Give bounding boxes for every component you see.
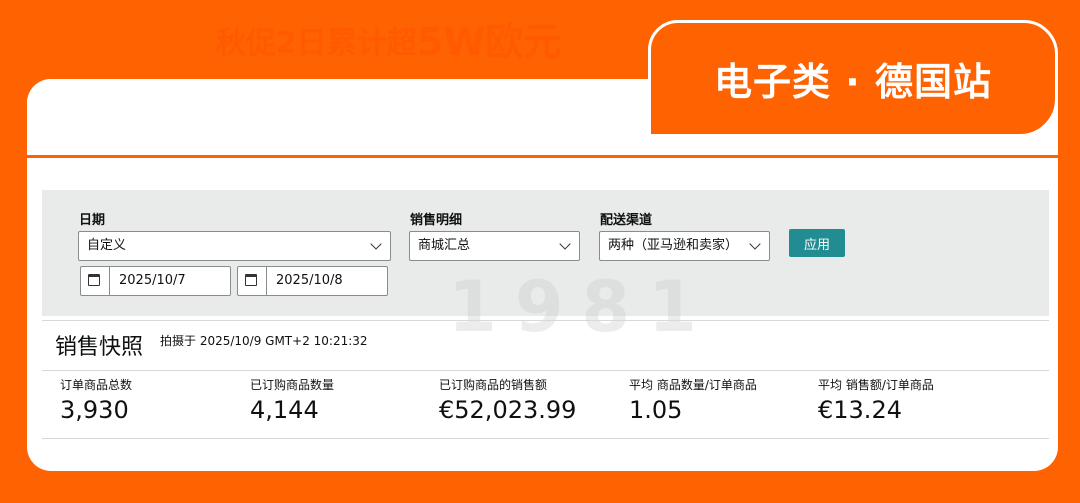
promo-text: 秋促2日累计超 [216,26,417,62]
snapshot-timestamp: 拍摄于 2025/10/9 GMT+2 10:21:32 [160,332,368,349]
calendar-button[interactable] [81,267,110,295]
sales-detail-value: 商城汇总 [418,238,470,253]
date-range-select[interactable]: 自定义 [78,231,391,261]
badge-label: 电子类 · 德国站 [714,51,992,106]
section-divider [42,370,1049,371]
metric-label-avg-sales: 平均 销售额/订单商品 [818,376,934,393]
promo-amount: 5W欧元 [417,22,561,62]
metric-label-total-order-items: 订单商品总数 [60,376,132,393]
start-date-value: 2025/10/7 [119,267,186,295]
section-divider [42,438,1049,439]
header-divider [27,155,1058,158]
sales-detail-select[interactable]: 商城汇总 [409,231,580,261]
date-filter-label: 日期 [79,209,105,228]
chevron-down-icon [559,238,570,249]
start-date-input[interactable]: 2025/10/7 [80,266,231,296]
category-badge: 电子类 · 德国站 [648,20,1058,137]
metric-value-avg-units: 1.05 [629,396,682,424]
watermark-logo: 1981 [448,266,715,348]
chevron-down-icon [749,238,760,249]
channel-select[interactable]: 两种（亚马逊和卖家） [599,231,770,261]
metric-value-units-ordered: 4,144 [250,396,319,424]
chevron-down-icon [127,27,164,64]
metric-label-avg-units: 平均 商品数量/订单商品 [629,376,757,393]
chevron-down-icon [180,27,217,64]
end-date-input[interactable]: 2025/10/8 [237,266,388,296]
channel-value: 两种（亚马逊和卖家） [608,238,738,253]
metric-value-ordered-sales: €52,023.99 [439,396,576,424]
metric-label-units-ordered: 已订购商品数量 [250,376,334,393]
chevron-down-icon [370,238,381,249]
calendar-icon [88,274,100,286]
date-range-value: 自定义 [87,238,126,253]
calendar-button[interactable] [238,267,267,295]
promo-headline: 秋促2日累计超 5W欧元 [216,18,561,62]
metric-label-ordered-sales: 已订购商品的销售额 [439,376,547,393]
sales-detail-label: 销售明细 [410,209,462,228]
apply-button[interactable]: 应用 [789,229,845,257]
metric-value-avg-sales: €13.24 [818,396,902,424]
section-divider [42,320,1049,321]
end-date-value: 2025/10/8 [276,267,343,295]
calendar-icon [245,274,257,286]
snapshot-title: 销售快照 [55,329,143,361]
metric-value-total-order-items: 3,930 [60,396,129,424]
channel-label: 配送渠道 [600,209,652,228]
